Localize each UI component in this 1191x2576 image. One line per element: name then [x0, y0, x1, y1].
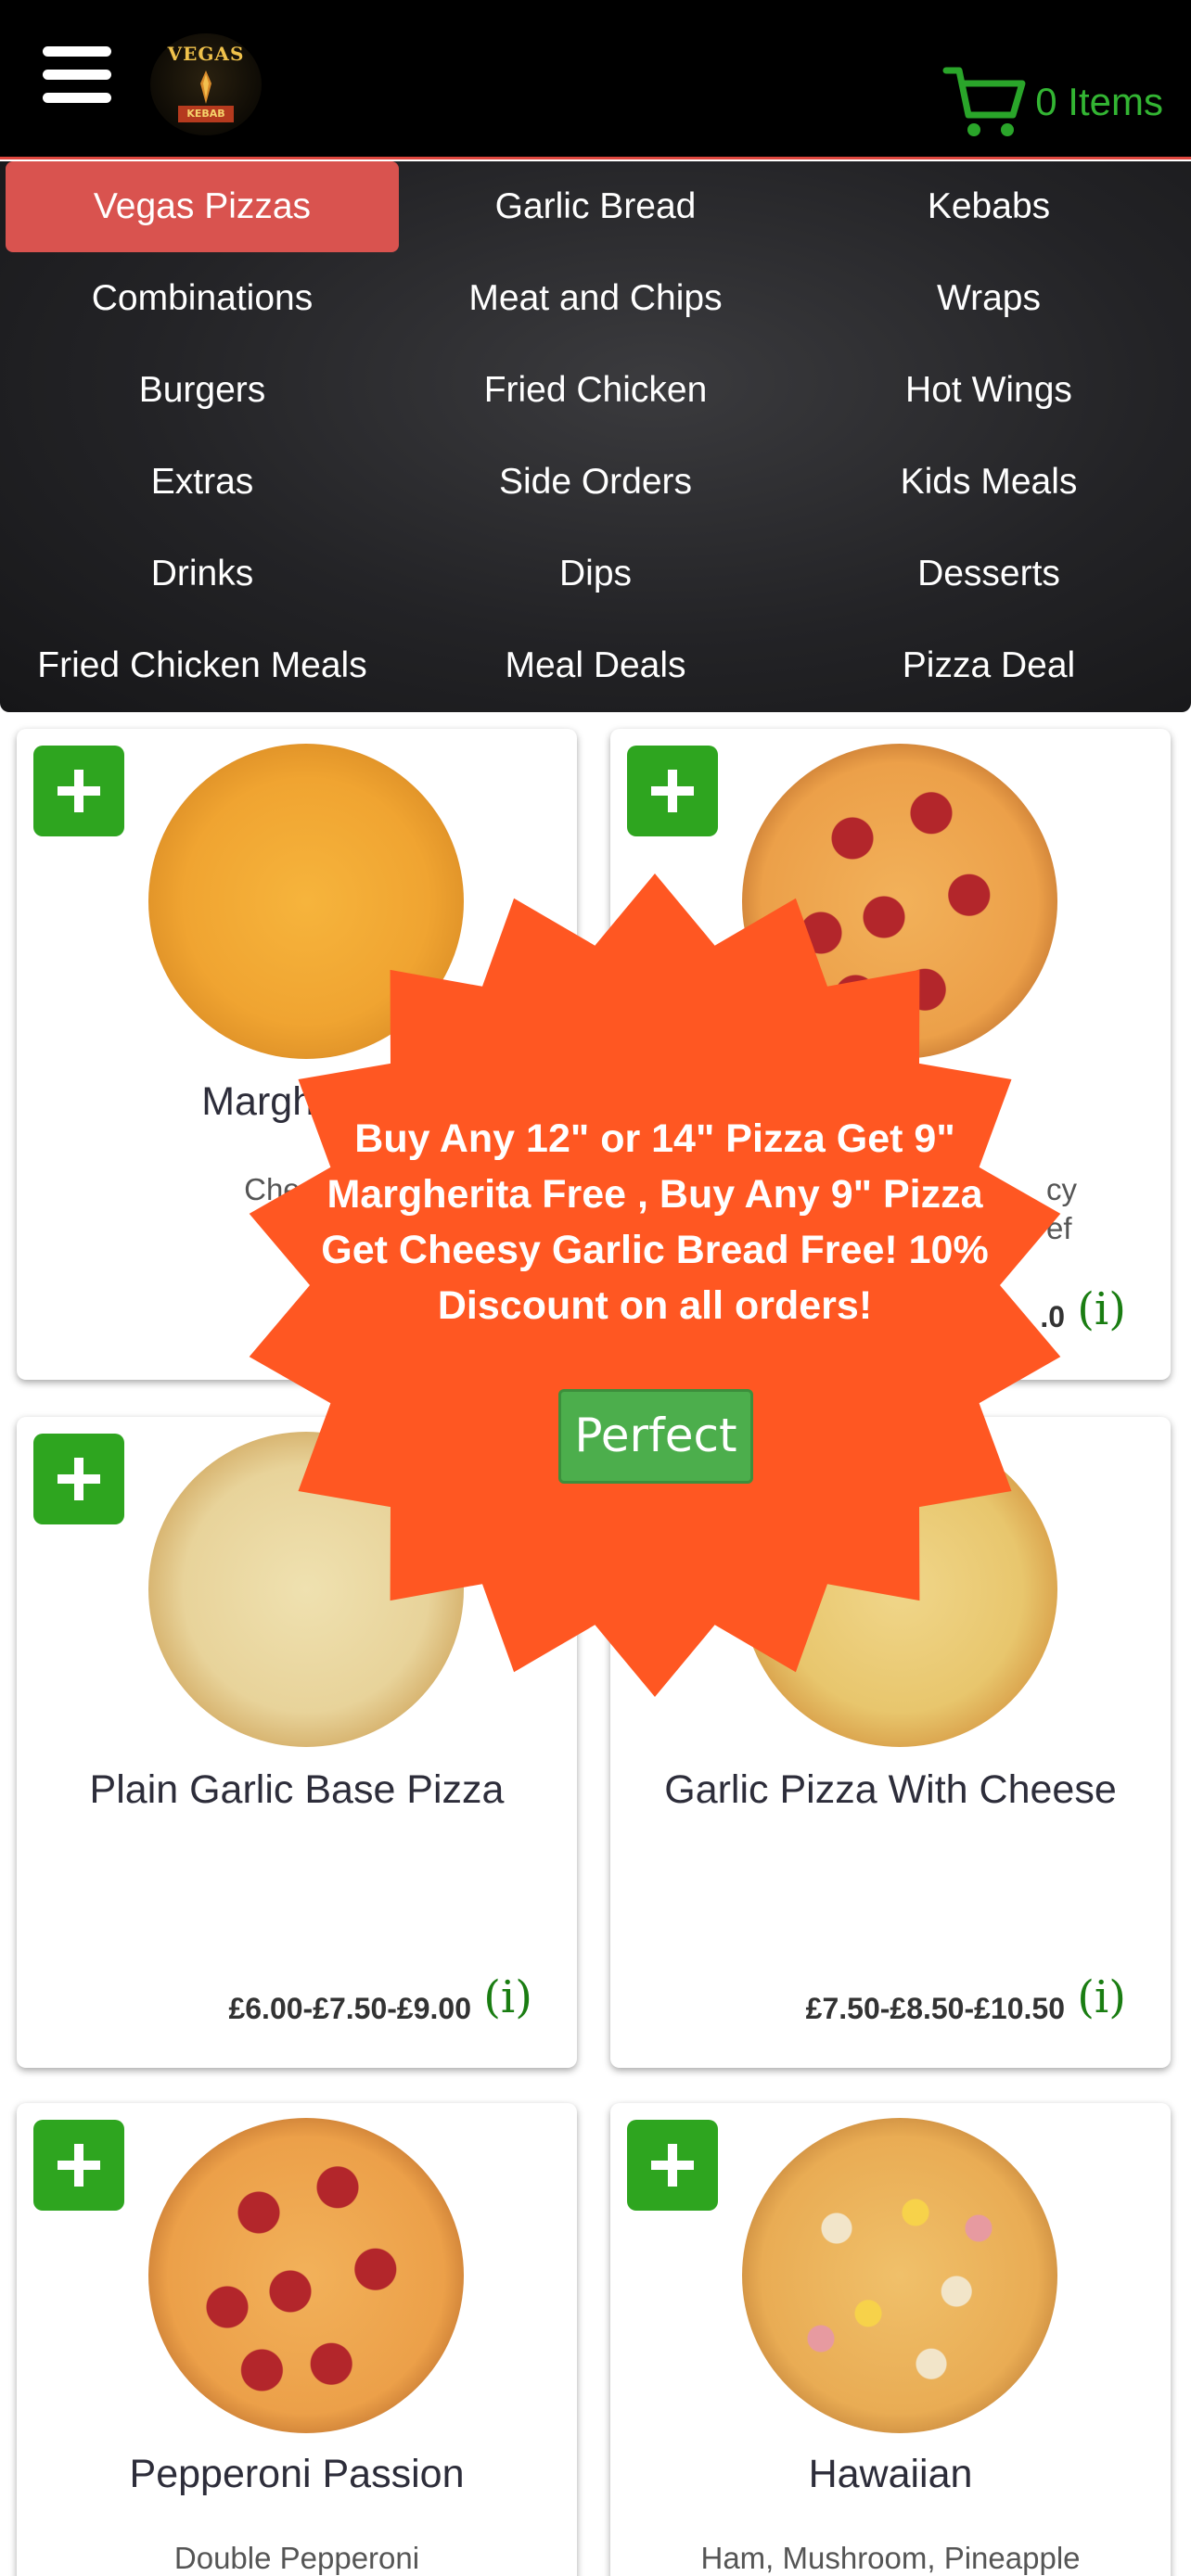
- info-icon[interactable]: (i): [1077, 1283, 1126, 1335]
- product-description: Ham, Mushroom, Pineapple: [700, 2541, 1081, 2575]
- vegas-kebab-logo[interactable]: VEGAS KEBAB: [150, 33, 262, 135]
- product-price: £7.50-£8.50-£10.50: [805, 1992, 1065, 2025]
- add-to-cart-button[interactable]: [627, 746, 718, 836]
- category-meal-deals[interactable]: Meal Deals: [399, 620, 792, 711]
- category-nav: Vegas Pizzas Garlic Bread Kebabs Combina…: [0, 161, 1191, 712]
- cart-button[interactable]: 0 Items: [941, 56, 1163, 148]
- logo-top-text: VEGAS: [167, 43, 245, 65]
- category-wraps[interactable]: Wraps: [792, 253, 1185, 344]
- product-card[interactable]: Hawaiian Ham, Mushroom, Pineapple: [610, 2103, 1171, 2576]
- info-icon[interactable]: (i): [1077, 1971, 1126, 2023]
- top-header: VEGAS KEBAB 0 Items: [0, 0, 1191, 159]
- product-price: £6.00-£7.50-£9.00: [228, 1992, 471, 2025]
- add-to-cart-button[interactable]: [33, 2120, 124, 2211]
- product-name: Garlic Pizza With Cheese: [664, 1767, 1117, 1812]
- product-name: Plain Garlic Base Pizza: [89, 1767, 505, 1812]
- category-garlic-bread[interactable]: Garlic Bread: [399, 161, 792, 252]
- pizza-image: [742, 2118, 1057, 2433]
- promo-popup: Buy Any 12" or 14" Pizza Get 9" Margheri…: [243, 874, 1067, 1697]
- category-fried-chicken[interactable]: Fried Chicken: [399, 345, 792, 436]
- category-meat-and-chips[interactable]: Meat and Chips: [399, 253, 792, 344]
- info-icon[interactable]: (i): [483, 1971, 532, 2023]
- category-dips[interactable]: Dips: [399, 529, 792, 619]
- perfect-button[interactable]: Perfect: [558, 1389, 753, 1484]
- category-drinks[interactable]: Drinks: [6, 529, 399, 619]
- pizza-image: [148, 2118, 464, 2433]
- product-description: Double Pepperoni: [173, 2541, 420, 2575]
- shopping-cart-icon: [942, 67, 1026, 136]
- category-extras[interactable]: Extras: [6, 437, 399, 528]
- category-desserts[interactable]: Desserts: [792, 529, 1185, 619]
- category-kebabs[interactable]: Kebabs: [792, 161, 1185, 252]
- category-fried-chicken-meals[interactable]: Fried Chicken Meals: [6, 620, 399, 711]
- category-burgers[interactable]: Burgers: [6, 345, 399, 436]
- category-vegas-pizzas[interactable]: Vegas Pizzas: [6, 161, 399, 252]
- category-side-orders[interactable]: Side Orders: [399, 437, 792, 528]
- category-pizza-deal[interactable]: Pizza Deal: [792, 620, 1185, 711]
- category-kids-meals[interactable]: Kids Meals: [792, 437, 1185, 528]
- kebab-skewer-icon: [200, 70, 211, 104]
- add-to-cart-button[interactable]: [33, 1434, 124, 1524]
- product-card[interactable]: Pepperoni Passion Double Pepperoni: [17, 2103, 577, 2576]
- promo-message: Buy Any 12" or 14" Pizza Get 9" Margheri…: [321, 1116, 989, 1328]
- product-name: Hawaiian: [808, 2452, 973, 2496]
- add-to-cart-button[interactable]: [33, 746, 124, 836]
- add-to-cart-button[interactable]: [627, 2120, 718, 2211]
- category-hot-wings[interactable]: Hot Wings: [792, 345, 1185, 436]
- cart-items-count: 0 Items: [1035, 80, 1163, 123]
- logo-bottom-text: KEBAB: [178, 106, 234, 122]
- category-combinations[interactable]: Combinations: [6, 253, 399, 344]
- product-name: Pepperoni Passion: [129, 2452, 465, 2496]
- hamburger-menu-icon[interactable]: [43, 46, 111, 104]
